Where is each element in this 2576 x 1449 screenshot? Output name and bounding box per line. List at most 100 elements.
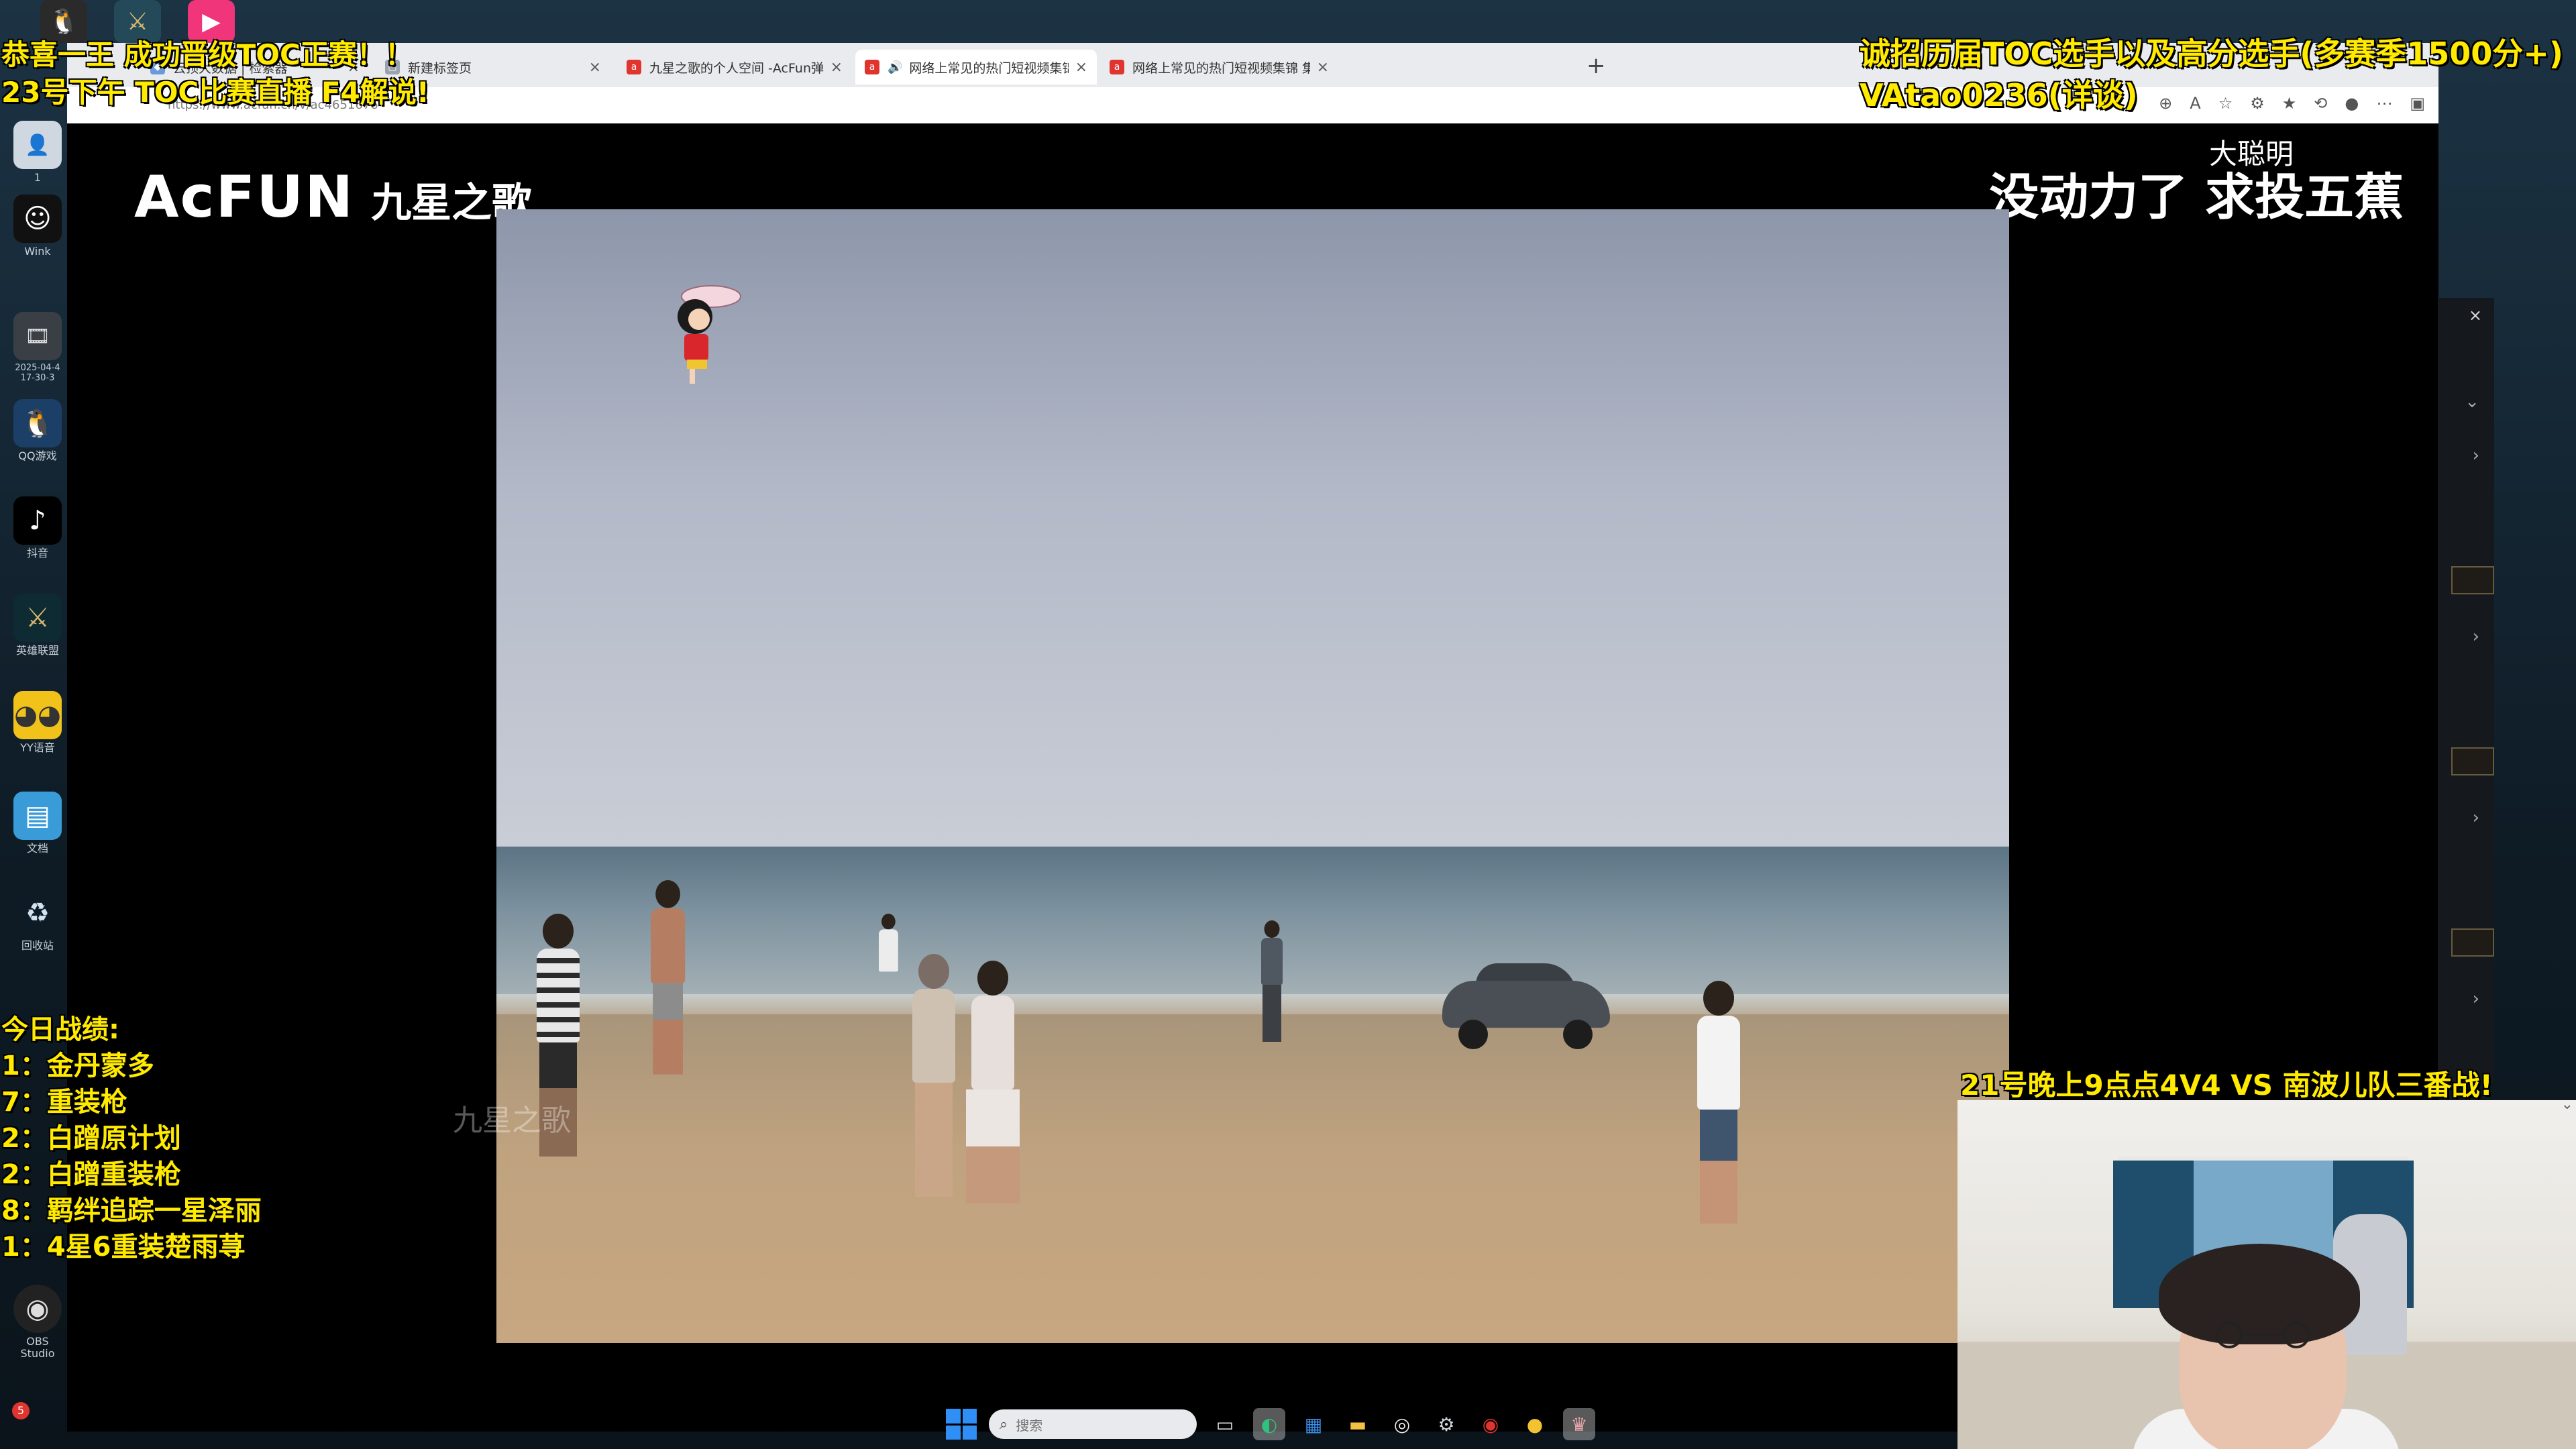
- chevron-right-icon[interactable]: ›: [2473, 627, 2479, 647]
- sidebar-icon[interactable]: ▣: [2410, 94, 2425, 113]
- person-woman-dress: [966, 961, 1020, 1203]
- read-aloud-icon[interactable]: A: [2190, 94, 2200, 113]
- desktop-icon-label: 2025-04-4 17-30-3: [15, 363, 60, 383]
- desktop-icon-wink[interactable]: ☺ Wink: [9, 195, 66, 258]
- chevron-right-icon[interactable]: ›: [2473, 989, 2479, 1009]
- record-item: 2：白蹭原计划: [1, 1123, 181, 1154]
- chevron-right-icon[interactable]: ›: [2473, 808, 2479, 828]
- cartoon-kite: [678, 285, 741, 384]
- close-icon[interactable]: ×: [589, 59, 601, 76]
- overlay-congrats: 恭喜一王 成功晋级TOC正赛！！: [1, 38, 413, 71]
- record-item: 1：4星6重装楚雨荨: [1, 1232, 246, 1263]
- desktop-icon-video-file[interactable]: 🎞 2025-04-4 17-30-3: [9, 312, 66, 383]
- close-icon[interactable]: ×: [1317, 59, 1329, 76]
- sea: [496, 847, 2009, 1008]
- desktop-icon-douyin[interactable]: ♪ 抖音: [9, 496, 66, 559]
- close-icon[interactable]: ×: [1075, 59, 1087, 76]
- tab-title: 网络上常见的热门短视频集锦: [909, 60, 1069, 76]
- record-item: 7：重装枪: [1, 1087, 127, 1118]
- chrome-icon[interactable]: ●: [1519, 1408, 1551, 1440]
- desktop-icon-document[interactable]: ▤ 文档: [9, 792, 66, 855]
- qq-game-icon: 🐧: [13, 399, 62, 447]
- douyin-icon: ♪: [13, 496, 62, 545]
- tab-favicon: a: [1110, 60, 1124, 74]
- video-watermark: 九星之歌: [453, 1104, 571, 1138]
- tab-favicon: a: [865, 60, 879, 74]
- person-icon: 👤: [13, 121, 62, 169]
- recycle-bin-icon: ♻: [25, 898, 50, 928]
- desktop-icon-yy[interactable]: ◕◕ YY语音: [9, 691, 66, 754]
- taskbar-search[interactable]: ⌕ 搜索: [989, 1409, 1197, 1439]
- caption-big: 没动力了 求投五蕉: [1989, 168, 2404, 226]
- edge-icon[interactable]: ◐: [1253, 1408, 1285, 1440]
- sports-car: [1442, 961, 1610, 1049]
- steam-icon[interactable]: ⚙: [1430, 1408, 1462, 1440]
- zoom-icon[interactable]: ⊕: [2159, 94, 2172, 113]
- start-button[interactable]: [946, 1409, 977, 1440]
- daily-record: 今日战绩: 1：金丹蒙多 7：重装枪 2：白蹭原计划 2：白蹭重装枪 8：羁绊追…: [1, 1012, 262, 1265]
- wink-icon: ☺: [13, 195, 62, 243]
- chevron-down-icon[interactable]: ⌄: [2465, 392, 2479, 412]
- tab-title: 九星之歌的个人空间 -AcFun弹幕: [649, 60, 824, 76]
- person-far: [1261, 920, 1283, 1042]
- favorite-star-icon[interactable]: ☆: [2218, 94, 2233, 113]
- video-frame: [496, 209, 2009, 1343]
- desktop-icon-person[interactable]: 👤 1: [9, 121, 66, 184]
- close-icon[interactable]: ×: [830, 59, 843, 76]
- glasses: [2216, 1322, 2310, 1348]
- desktop-icon-label: 英雄联盟: [15, 644, 59, 657]
- panel-box[interactable]: [2451, 928, 2494, 957]
- beach-sand: [496, 1014, 2009, 1343]
- close-icon[interactable]: ×: [2469, 306, 2482, 325]
- desktop-icon-lol[interactable]: ⚔ 英雄联盟: [9, 594, 66, 657]
- desktop-icon-obs[interactable]: ◉ OBS Studio: [9, 1285, 66, 1360]
- tft-icon[interactable]: ♛: [1563, 1408, 1595, 1440]
- file-explorer-icon[interactable]: ▭: [1209, 1408, 1241, 1440]
- netease-music-icon[interactable]: ◉: [1474, 1408, 1507, 1440]
- folder-icon[interactable]: ▬: [1342, 1408, 1374, 1440]
- video-file-icon: 🎞: [13, 312, 62, 360]
- chevron-right-icon[interactable]: ›: [2473, 445, 2479, 466]
- tab-hot-videos-2[interactable]: a 网络上常见的热门短视频集锦 集 ×: [1100, 50, 1338, 85]
- desktop-icon-label: QQ游戏: [18, 449, 57, 462]
- logo-brand: AcFUN: [134, 164, 355, 231]
- panel-box[interactable]: [2451, 747, 2494, 775]
- favorites-icon[interactable]: ★: [2282, 94, 2297, 113]
- extensions-icon[interactable]: ⚙: [2250, 94, 2265, 113]
- close-icon[interactable]: ⌄: [2561, 1100, 2573, 1113]
- lol-icon: ⚔: [13, 594, 62, 642]
- record-title: 今日战绩:: [1, 1014, 119, 1045]
- tab-title: 网络上常见的热门短视频集锦 集: [1132, 60, 1310, 76]
- record-item: 2：白蹭重装枪: [1, 1159, 181, 1190]
- acfun-logo: AcFUN 九星之歌: [134, 164, 532, 231]
- panel-box[interactable]: [2451, 566, 2494, 594]
- store-icon[interactable]: ▦: [1297, 1408, 1330, 1440]
- notification-area[interactable]: 5: [12, 1402, 32, 1419]
- desktop-icon-label: 抖音: [26, 547, 48, 559]
- search-icon: ⌕: [1000, 1415, 1008, 1433]
- document-icon: ▤: [13, 792, 62, 840]
- new-tab-button[interactable]: +: [1587, 52, 1606, 79]
- overlay-broadcast-time: 23号下午 TOC比赛直播 F4解说!: [1, 76, 429, 109]
- overlay-recruit: 诚招历届TOC选手以及高分选手(多赛季1500分+): [1860, 36, 2563, 72]
- right-side-panel: × ⌄ › › › ›: [2438, 298, 2494, 1083]
- more-icon[interactable]: ⋯: [2376, 94, 2392, 113]
- obs-icon[interactable]: ◎: [1386, 1408, 1418, 1440]
- person-sitting: [879, 914, 898, 972]
- desktop-icon-label: 回收站: [21, 939, 54, 952]
- person-woman-hat: [912, 954, 955, 1197]
- tab-acfun-space[interactable]: a 九星之歌的个人空间 -AcFun弹幕 ×: [617, 50, 852, 85]
- speaker-icon[interactable]: 🔊: [888, 60, 902, 74]
- webcam-overlay: ⌄: [1957, 1100, 2576, 1449]
- taskbar: ⌕ 搜索 ▭ ◐ ▦ ▬ ◎ ⚙ ◉ ● ♛: [946, 1403, 1650, 1445]
- notification-badge: 5: [12, 1402, 30, 1419]
- yy-icon: ◕◕: [13, 691, 62, 739]
- desktop-icon-recycle-bin[interactable]: ♻ 回收站: [9, 889, 66, 952]
- desktop-icon-label: YY语音: [20, 741, 55, 754]
- tab-hot-videos-active[interactable]: a 🔊 网络上常见的热门短视频集锦 ×: [855, 50, 1097, 85]
- overlay-match-announcement: 21号晚上9点点4V4 VS 南波儿队三番战!: [1960, 1069, 2493, 1102]
- profile-avatar-icon[interactable]: ●: [2345, 94, 2359, 113]
- tab-title: 新建标签页: [408, 60, 472, 76]
- desktop-icon-qq-game[interactable]: 🐧 QQ游戏: [9, 399, 66, 462]
- history-icon[interactable]: ⟲: [2314, 94, 2327, 113]
